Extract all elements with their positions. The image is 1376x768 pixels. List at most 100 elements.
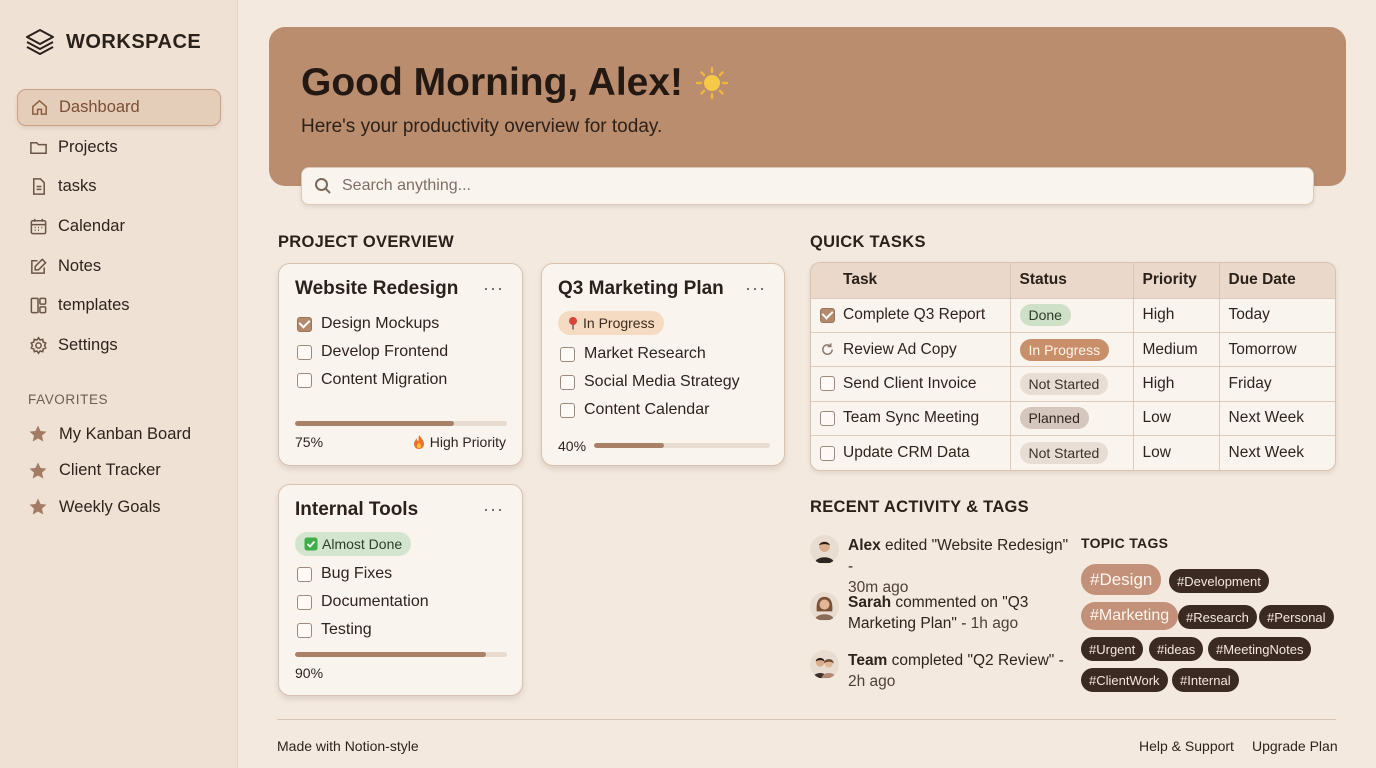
search-bar[interactable]	[301, 167, 1314, 205]
column-header-status[interactable]: Status	[1010, 263, 1134, 298]
column-header-task[interactable]: Task	[811, 263, 1011, 298]
sidebar-item-dashboard[interactable]: Dashboard	[17, 89, 221, 126]
star-icon	[29, 498, 47, 515]
checkbox[interactable]	[560, 402, 575, 418]
priority-cell: Low	[1133, 400, 1220, 436]
checklist-item[interactable]: Testing	[297, 621, 372, 639]
due-date-cell: Friday	[1219, 366, 1335, 402]
checkbox[interactable]	[297, 622, 312, 638]
table-row[interactable]: Update CRM Data Not Started Low Next Wee…	[811, 435, 1335, 470]
tag-internal[interactable]: #Internal	[1172, 668, 1239, 692]
checkbox[interactable]	[297, 344, 312, 360]
tag-marketing[interactable]: #Marketing	[1081, 602, 1179, 630]
checklist-item-label: Testing	[321, 621, 372, 638]
greeting-title: Good Morning, Alex!	[301, 61, 684, 104]
project-card-website-redesign[interactable]: Website Redesign ··· Design Mockups Deve…	[278, 263, 523, 466]
priority-note: High Priority	[412, 434, 506, 450]
calendar-icon	[28, 217, 48, 237]
activity-item[interactable]: Team completed "Q2 Review" - 2h ago	[810, 650, 1070, 692]
task-cell: Review Ad Copy	[811, 331, 1011, 367]
checkbox[interactable]	[820, 376, 835, 392]
greeting-banner: Good Morning, Alex! Here's your producti…	[269, 27, 1346, 186]
activity-text: Sarah commented on "Q3 Marketing Plan" -…	[848, 592, 1070, 634]
sidebar-item-calendar[interactable]: Calendar	[17, 208, 221, 245]
column-header-priority[interactable]: Priority	[1133, 263, 1220, 298]
checkbox[interactable]	[297, 372, 312, 388]
due-date-cell: Today	[1219, 297, 1335, 333]
checkbox[interactable]	[297, 566, 312, 582]
status-badge-label: In Progress	[583, 315, 655, 331]
tag-design[interactable]: #Design	[1081, 564, 1162, 595]
task-name: Review Ad Copy	[843, 340, 957, 358]
tag-development[interactable]: #Development	[1169, 569, 1269, 593]
checkbox[interactable]	[820, 445, 835, 461]
checklist-item-label: Social Media Strategy	[584, 373, 740, 390]
progress-percent: 75%	[295, 434, 324, 450]
checklist-item[interactable]: Social Media Strategy	[560, 373, 740, 391]
tag-personal[interactable]: #Personal	[1259, 605, 1334, 629]
favorite-label: Client Tracker	[59, 461, 161, 480]
checkbox[interactable]	[297, 594, 312, 610]
tag-client-work[interactable]: #ClientWork	[1081, 668, 1168, 692]
status-badge: Almost Done	[295, 532, 412, 556]
project-card-q3-marketing[interactable]: Q3 Marketing Plan ··· In Progress Market…	[541, 263, 785, 466]
sidebar-item-tasks[interactable]: tasks	[17, 168, 221, 205]
more-options-icon[interactable]: ···	[483, 499, 504, 520]
checklist-item[interactable]: Documentation	[297, 593, 429, 611]
checklist-item[interactable]: Market Research	[560, 345, 706, 363]
priority-cell: High	[1133, 366, 1220, 402]
upgrade-plan-link[interactable]: Upgrade Plan	[1252, 738, 1338, 754]
tag-urgent[interactable]: #Urgent	[1081, 637, 1144, 661]
help-support-link[interactable]: Help & Support	[1139, 738, 1234, 754]
avatar	[810, 535, 839, 564]
sidebar-item-settings[interactable]: Settings	[17, 327, 221, 364]
table-row[interactable]: Send Client Invoice Not Started High Fri…	[811, 366, 1335, 402]
progress-bar	[594, 443, 770, 448]
favorite-item-weekly-goals[interactable]: Weekly Goals	[28, 489, 191, 526]
sidebar-item-templates[interactable]: templates	[17, 287, 221, 324]
more-options-icon[interactable]: ···	[483, 278, 504, 299]
activity-item[interactable]: Sarah commented on "Q3 Marketing Plan" -…	[810, 592, 1070, 634]
checkbox[interactable]	[560, 374, 575, 390]
table-row[interactable]: Team Sync Meeting Planned Low Next Week	[811, 400, 1335, 436]
sidebar-item-notes[interactable]: Notes	[17, 248, 221, 285]
table-row[interactable]: Complete Q3 Report Done High Today	[811, 297, 1335, 333]
edit-icon	[28, 256, 48, 276]
tag-meeting-notes[interactable]: #MeetingNotes	[1208, 637, 1312, 661]
favorite-label: Weekly Goals	[59, 497, 161, 516]
favorite-item-client-tracker[interactable]: Client Tracker	[28, 453, 191, 490]
avatar	[810, 650, 839, 679]
activity-item[interactable]: Alex edited "Website Redesign" -30m ago	[810, 535, 1070, 598]
project-card-internal-tools[interactable]: Internal Tools ··· Almost Done Bug Fixes…	[278, 484, 523, 696]
task-name: Complete Q3 Report	[843, 306, 986, 324]
table-row[interactable]: Review Ad Copy In Progress Medium Tomorr…	[811, 331, 1335, 367]
checklist-item[interactable]: Design Mockups	[297, 315, 439, 333]
sidebar-item-projects[interactable]: Projects	[17, 129, 221, 166]
checklist-item[interactable]: Content Migration	[297, 371, 447, 389]
status-badge: Not Started	[1019, 372, 1109, 395]
checklist-item-label: Develop Frontend	[321, 343, 449, 360]
search-input[interactable]	[342, 177, 1242, 195]
activity-actor: Alex	[848, 537, 881, 554]
checkbox-checked[interactable]	[820, 307, 835, 323]
checklist-item[interactable]: Content Calendar	[560, 401, 709, 419]
more-options-icon[interactable]: ···	[745, 278, 766, 299]
template-icon	[28, 296, 48, 316]
checkbox-checked[interactable]	[297, 316, 312, 332]
task-cell: Team Sync Meeting	[811, 400, 1011, 436]
sidebar-item-label: Dashboard	[59, 98, 140, 116]
checkbox[interactable]	[560, 346, 575, 362]
refresh-icon[interactable]	[820, 342, 835, 357]
checkbox[interactable]	[820, 410, 835, 426]
brand[interactable]: WORKSPACE	[24, 26, 201, 58]
priority-cell: Low	[1133, 435, 1220, 470]
column-header-due-date[interactable]: Due Date	[1219, 263, 1335, 298]
tag-ideas[interactable]: #ideas	[1149, 637, 1204, 661]
tag-research[interactable]: #Research	[1178, 605, 1257, 629]
activity-time: 2h ago	[848, 673, 896, 690]
status-cell: Not Started	[1010, 435, 1134, 470]
checklist-item[interactable]: Bug Fixes	[297, 565, 392, 583]
task-cell: Send Client Invoice	[811, 366, 1011, 402]
favorite-item-kanban[interactable]: My Kanban Board	[28, 416, 191, 453]
checklist-item[interactable]: Develop Frontend	[297, 343, 448, 361]
